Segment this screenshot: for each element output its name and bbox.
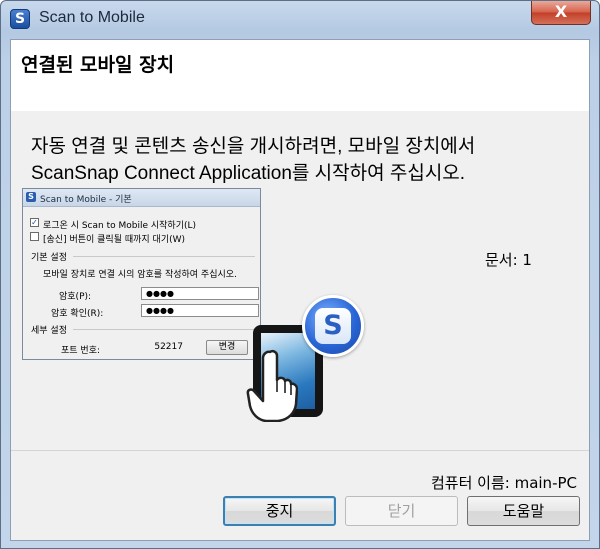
password-confirm-label: 암호 확인(R): [51,309,104,319]
app-window: S Scan to Mobile X 연결된 모바일 장치 자동 연결 및 콘텐… [0,0,600,549]
screenshot-title: Scan to Mobile - 기본 [40,195,132,205]
screenshot-app-icon: S [26,192,36,202]
instruction-text: 자동 연결 및 콘텐츠 송신을 개시하려면, 모바일 장치에서 ScanSnap… [31,133,571,187]
detail-section-rule [73,329,255,330]
header-divider [11,110,589,111]
screenshot-title-bar: S Scan to Mobile - 기본 [23,189,260,207]
detail-section-label: 세부 설정 [31,326,67,336]
scansnap-badge-icon: S [302,295,364,357]
instruction-line-2: ScanSnap Connect Application를 시작하여 주십시오. [31,163,466,184]
basic-section-rule [73,256,255,257]
checkbox-wait-send [30,232,39,241]
basic-description: 모바일 장치로 연결 시의 암호를 작성하여 주십시오. [43,270,237,280]
password-confirm-field: ●●●● [141,304,259,317]
header-band: 연결된 모바일 장치 [11,40,589,111]
port-value: 52217 [154,342,183,352]
change-port-button: 변경 [206,340,248,355]
password-label: 암호(P): [59,292,92,302]
scansnap-app-icon: S [10,9,30,29]
port-label: 포트 번호: [61,346,101,356]
stop-button[interactable]: 중지 [223,496,336,526]
checkbox-login-start: ✓ [30,218,39,227]
checkbox-login-label: 로그온 시 Scan to Mobile 시작하기(L) [43,221,197,231]
basic-section-label: 기본 설정 [31,253,67,263]
computer-name: 컴퓨터 이름: main-PC [431,474,577,492]
title-bar[interactable]: S Scan to Mobile X [1,1,599,37]
dialog-client-area: 연결된 모바일 장치 자동 연결 및 콘텐츠 송신을 개시하려면, 모바일 장치… [10,39,590,541]
scansnap-s-glyph: S [315,308,351,344]
hand-icon [246,349,298,422]
document-count: 문서: 1 [485,251,532,269]
settings-screenshot-image: S Scan to Mobile - 기본 ✓ 로그온 시 Scan to Mo… [22,188,261,360]
close-button[interactable]: 닫기 [345,496,458,526]
window-close-button[interactable]: X [531,1,591,25]
help-button[interactable]: 도움말 [467,496,580,526]
checkbox-wait-label: [송신] 버튼이 클릭될 때까지 대기(W) [43,235,186,245]
password-field: ●●●● [141,287,259,300]
window-title: Scan to Mobile [39,9,145,26]
page-title: 연결된 모바일 장치 [21,54,175,76]
instruction-line-1: 자동 연결 및 콘텐츠 송신을 개시하려면, 모바일 장치에서 [31,136,476,157]
footer-divider [11,450,589,451]
